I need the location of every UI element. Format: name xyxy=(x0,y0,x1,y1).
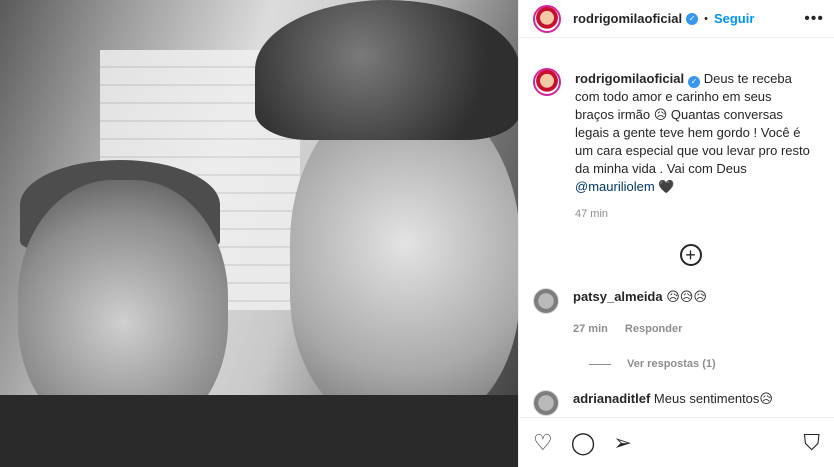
follow-button[interactable]: Seguir xyxy=(714,11,754,26)
save-bookmark-icon[interactable]: ⛉ xyxy=(803,431,820,454)
commenter-avatar[interactable] xyxy=(533,390,559,416)
caption-timestamp: 47 min xyxy=(575,208,609,220)
shirts-area xyxy=(0,395,518,467)
author-avatar[interactable] xyxy=(533,4,561,33)
commenter-username[interactable]: patsy_almeida xyxy=(573,289,663,304)
author-username[interactable]: rodrigomilaoficial xyxy=(573,11,682,26)
verified-badge-icon: ✓ xyxy=(686,12,699,25)
caption-author-avatar[interactable] xyxy=(533,68,561,96)
commenter-username[interactable]: adrianaditlef xyxy=(573,391,650,406)
reply-button[interactable]: Responder xyxy=(625,323,682,335)
right-person xyxy=(290,95,518,425)
post-side-panel: rodrigomilaoficial ✓ • Seguir ••• rodrig… xyxy=(518,0,834,467)
post-photo[interactable] xyxy=(0,0,518,467)
caption-username[interactable]: rodrigomilaoficial xyxy=(575,71,684,86)
comment-timestamp: 27 min xyxy=(573,323,608,335)
post-header: rodrigomilaoficial ✓ • Seguir ••• xyxy=(519,0,834,38)
black-heart-icon: 🖤 xyxy=(658,179,675,194)
post-caption: rodrigomilaoficial ✓ Deus te receba com t… xyxy=(519,38,834,196)
comment-body: patsy_almeida 😥😥😥 27 min Responder xyxy=(573,288,707,338)
verified-badge-icon: ✓ xyxy=(688,76,701,88)
share-send-icon[interactable]: ➢ xyxy=(613,431,631,454)
separator-dot: • xyxy=(704,12,708,25)
more-options-icon[interactable]: ••• xyxy=(804,10,824,28)
load-more-comments-icon[interactable]: + xyxy=(679,244,702,266)
replies-divider xyxy=(589,363,611,365)
post-action-bar: ♡ ◯ ➢ ⛉ xyxy=(519,417,834,467)
caption-text-block: rodrigomilaoficial ✓ Deus te receba com t… xyxy=(575,70,811,196)
comment-bubble-icon[interactable]: ◯ xyxy=(571,431,596,454)
comment-item: patsy_almeida 😥😥😥 27 min Responder xyxy=(519,288,834,338)
view-replies-label: Ver respostas (1) xyxy=(627,358,716,370)
comment-body: adrianaditlef Meus sentimentos😥 xyxy=(573,390,773,416)
comments-scroll-area[interactable]: rodrigomilaoficial ✓ Deus te receba com t… xyxy=(519,38,834,417)
comment-text: Meus sentimentos😥 xyxy=(653,391,773,406)
commenter-avatar[interactable] xyxy=(533,288,559,314)
view-replies-button[interactable]: Ver respostas (1) xyxy=(589,358,834,370)
comment-text: 😥😥😥 xyxy=(666,289,707,304)
comment-meta: 27 min Responder xyxy=(573,320,707,338)
comment-item: adrianaditlef Meus sentimentos😥 xyxy=(519,390,834,416)
instagram-post-view: rodrigomilaoficial ✓ • Seguir ••• rodrig… xyxy=(0,0,834,467)
right-person-cap xyxy=(255,0,518,140)
caption-mention-link[interactable]: @mauriliolem xyxy=(575,179,655,194)
like-heart-icon[interactable]: ♡ xyxy=(533,431,553,454)
